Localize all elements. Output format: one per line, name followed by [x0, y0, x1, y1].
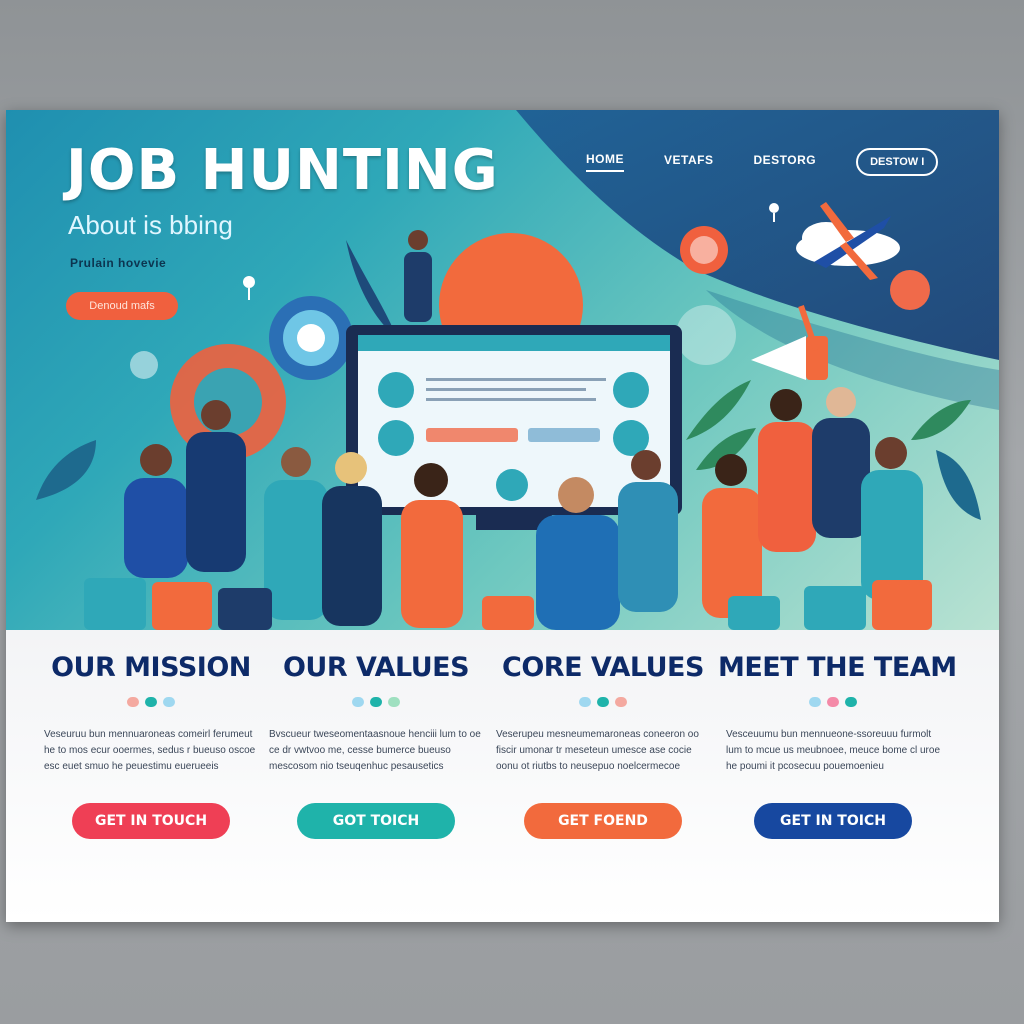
- got-toich-button[interactable]: GOT TOICH: [297, 803, 455, 839]
- section-our-mission: OUR MISSION Veseuruu bun mennuaroneas co…: [36, 652, 266, 839]
- section-title: OUR MISSION: [51, 652, 251, 683]
- section-divider-dots: [488, 697, 718, 707]
- section-core-values: CORE VALUES Veserupeu mesneumemaroneas c…: [488, 652, 718, 839]
- megaphone-icon: [751, 305, 828, 380]
- section-text: Bvscueur tweseomentaasnoue henciii lum t…: [269, 729, 481, 772]
- hero-illustration: [36, 202, 981, 630]
- section-meet-the-team: MEET THE TEAM Vesceuumu bun mennueone-ss…: [718, 652, 957, 839]
- section-divider-dots: [261, 697, 491, 707]
- target-icon: [269, 296, 353, 380]
- decor-bubble: [130, 351, 158, 379]
- plant-pots: [84, 578, 932, 630]
- section-text: Veserupeu mesneumemaroneas coneeron oo f…: [496, 729, 699, 772]
- hero-banner: JOB HUNTING About is bbing Prulain hovev…: [6, 110, 999, 630]
- get-in-touch-button[interactable]: GET IN TOUCH: [72, 803, 230, 839]
- webpage-mockup: JOB HUNTING About is bbing Prulain hovev…: [6, 110, 999, 922]
- decor-bubble-2: [676, 305, 736, 365]
- section-our-values: OUR VALUES Bvscueur tweseomentaasnoue he…: [261, 652, 491, 839]
- decor-dot: [890, 270, 930, 310]
- decor-inner-circle: [194, 368, 262, 436]
- get-in-toich-button[interactable]: GET IN TOICH: [754, 803, 912, 839]
- location-pin-icon: [769, 203, 779, 222]
- section-title: MEET THE TEAM: [718, 652, 957, 683]
- section-text: Vesceuumu bun mennueone-ssoreuuu furmolt…: [726, 729, 940, 772]
- section-title: OUR VALUES: [282, 652, 470, 683]
- location-pin-icon: [243, 276, 255, 300]
- section-text: Veseuruu bun mennuaroneas comeirl ferume…: [44, 729, 256, 772]
- get-foend-button[interactable]: GET FOEND: [524, 803, 682, 839]
- info-sections: OUR MISSION Veseuruu bun mennuaroneas co…: [6, 630, 999, 922]
- section-title: CORE VALUES: [502, 652, 704, 683]
- section-divider-dots: [718, 697, 948, 707]
- section-divider-dots: [36, 697, 266, 707]
